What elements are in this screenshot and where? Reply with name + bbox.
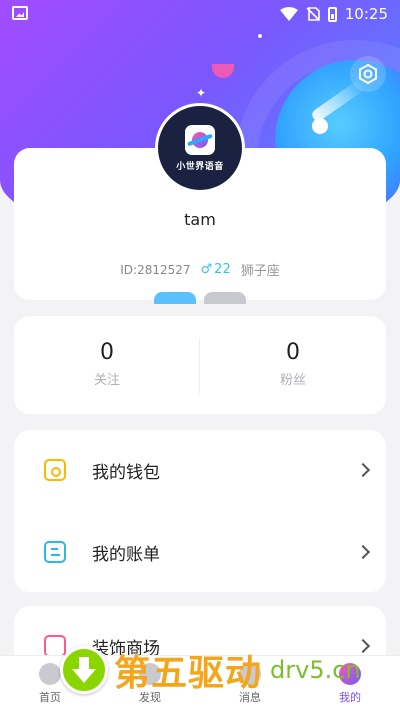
planet-home-icon bbox=[39, 663, 61, 685]
watermark-text: 第五驱动 bbox=[114, 653, 263, 694]
nickname: tam bbox=[184, 210, 216, 229]
following-stat[interactable]: 0 关注 bbox=[14, 340, 200, 388]
fans-count: 0 bbox=[286, 340, 300, 365]
gender-age-badge: ♂ 22 bbox=[201, 262, 231, 277]
avatar[interactable]: 小世界语音 bbox=[155, 103, 245, 193]
fans-stat[interactable]: 0 粉丝 bbox=[200, 340, 386, 388]
constellation: 狮子座 bbox=[240, 264, 280, 279]
wallet-label: 我的钱包 bbox=[92, 462, 160, 483]
level-badge bbox=[154, 292, 196, 304]
image-notification-icon bbox=[12, 6, 28, 20]
male-icon: ♂ bbox=[200, 262, 213, 277]
following-count: 0 bbox=[100, 340, 114, 365]
comet-head bbox=[312, 118, 328, 134]
clock: 10:25 bbox=[344, 5, 388, 23]
age-value: 22 bbox=[214, 262, 231, 277]
wifi-icon bbox=[279, 7, 298, 21]
profile-meta: ID:2812527 ♂ 22 狮子座 bbox=[14, 260, 386, 279]
avatar-brand-text: 小世界语音 bbox=[176, 161, 224, 172]
watermark-site: drv5.cn bbox=[270, 656, 361, 684]
decorative-pink-planet bbox=[212, 64, 234, 78]
menu-card: 我的钱包 我的账单 bbox=[14, 430, 386, 592]
status-bar: 10:25 bbox=[0, 0, 400, 28]
star-icon: ✦ bbox=[196, 86, 207, 100]
settings-button[interactable] bbox=[350, 56, 386, 92]
menu-item-bill[interactable]: 我的账单 bbox=[14, 512, 386, 592]
chevron-right-icon bbox=[355, 544, 371, 560]
nav-home-label: 首页 bbox=[39, 691, 61, 704]
chevron-right-icon bbox=[355, 462, 371, 478]
level-badge bbox=[204, 292, 246, 304]
menu-item-wallet[interactable]: 我的钱包 bbox=[14, 430, 386, 510]
watermark: 第五驱动 drv5.cn bbox=[60, 640, 390, 700]
following-label: 关注 bbox=[93, 373, 120, 388]
fans-label: 粉丝 bbox=[279, 373, 306, 388]
user-id: ID:2812527 bbox=[120, 262, 191, 277]
stats-card: 0 关注 0 粉丝 bbox=[14, 316, 386, 414]
settings-hexagon-icon bbox=[359, 63, 377, 85]
no-sim-icon bbox=[306, 7, 320, 21]
wallet-icon bbox=[44, 459, 66, 481]
bill-icon bbox=[44, 541, 66, 563]
app-logo-icon bbox=[185, 124, 215, 155]
bill-label: 我的账单 bbox=[92, 544, 160, 565]
badge-row bbox=[14, 292, 386, 304]
battery-charging-icon bbox=[327, 6, 337, 22]
download-arrow-icon bbox=[60, 646, 108, 694]
star-dot bbox=[258, 34, 262, 38]
